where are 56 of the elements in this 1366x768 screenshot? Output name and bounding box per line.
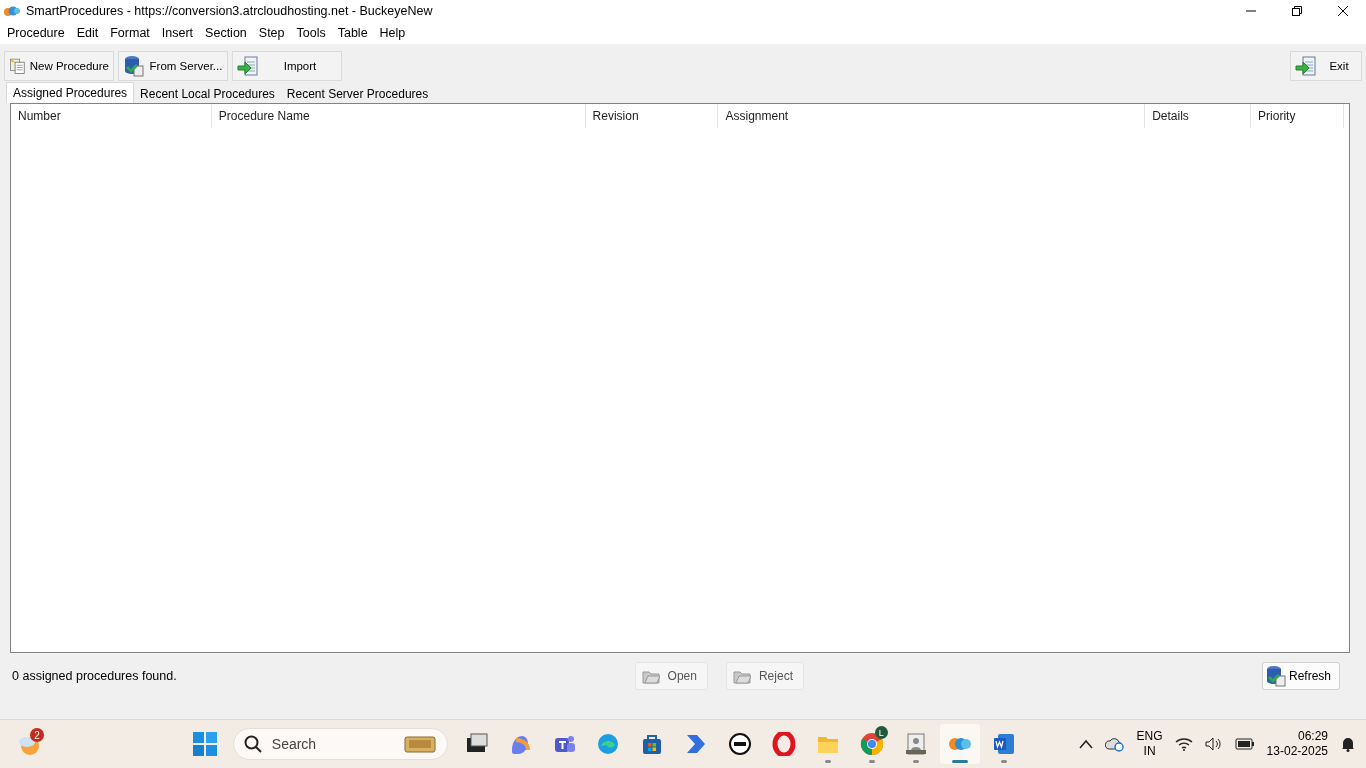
menu-item[interactable]: Format	[105, 26, 155, 40]
tri-color-circle-icon	[859, 732, 884, 756]
taskbar-button[interactable]: L	[851, 724, 892, 764]
wifi-icon[interactable]	[1174, 737, 1193, 751]
import-arrow-icon	[237, 55, 259, 77]
clock[interactable]: 06:29 13-02-2025	[1266, 729, 1328, 759]
ring-logo-icon	[727, 732, 752, 756]
database-icon	[123, 55, 145, 77]
four-squares-icon	[192, 732, 217, 756]
toolbar-button[interactable]: From Server...	[118, 51, 228, 81]
folder-icon	[641, 668, 660, 684]
menu-item[interactable]: Section	[200, 26, 252, 40]
menu-item[interactable]: Table	[332, 26, 373, 40]
chevron-up-icon[interactable]	[1078, 739, 1093, 749]
search-icon	[243, 735, 262, 753]
tab[interactable]: Recent Local Procedures	[134, 84, 281, 103]
column-header[interactable]: Details	[1145, 104, 1252, 128]
language-indicator[interactable]: ENG IN	[1136, 729, 1163, 759]
person-frame-icon	[903, 732, 928, 756]
radio-drawing	[402, 734, 437, 754]
column-header[interactable]: Procedure Name	[211, 104, 586, 128]
close-icon	[1338, 6, 1348, 16]
column-header[interactable]: Priority	[1251, 104, 1344, 128]
app-logo-icon	[4, 5, 20, 17]
tab[interactable]: Assigned Procedures	[6, 82, 135, 103]
menu-item[interactable]: Tools	[291, 26, 331, 40]
menu-item[interactable]: Insert	[156, 26, 199, 40]
notification-badge: 2	[30, 728, 44, 742]
database-icon	[1264, 665, 1287, 687]
bell-icon[interactable]	[1340, 736, 1356, 752]
menu-item[interactable]: Edit	[71, 26, 104, 40]
column-header[interactable]: Assignment	[718, 104, 1146, 128]
column-header[interactable]: Number	[11, 104, 212, 128]
menu-item[interactable]: Help	[374, 26, 411, 40]
tab[interactable]: Recent Server Procedures	[280, 84, 435, 103]
ring-icon	[771, 732, 796, 756]
folder-icon	[732, 668, 751, 684]
column-header[interactable]: Revision	[585, 104, 719, 128]
restore-icon	[1292, 6, 1302, 16]
refresh-button[interactable]: Refresh	[1261, 662, 1340, 690]
window-title: SmartProcedures - https://conversion3.atrcloudhosting.net - BuckeyeNew	[26, 4, 434, 18]
search-field[interactable]: Search	[232, 728, 448, 760]
import-arrow-icon	[1295, 55, 1317, 77]
toolbar-button[interactable]: New Procedure	[4, 51, 114, 81]
status-text: 0 assigned procedures found.	[12, 669, 178, 683]
menu-item[interactable]: Procedure	[2, 26, 70, 40]
weather-widget[interactable]: 2	[10, 724, 50, 764]
battery-icon[interactable]	[1234, 738, 1255, 750]
document-w-icon	[991, 732, 1016, 756]
wave-circle-icon	[595, 732, 620, 756]
cloud-sync-icon[interactable]	[1104, 736, 1125, 752]
speaker-icon[interactable]	[1204, 737, 1223, 751]
toolbar-button[interactable]: Import	[232, 51, 342, 81]
exit-button[interactable]: Exit	[1290, 51, 1362, 81]
menu-item[interactable]: Step	[253, 26, 290, 40]
profile-badge: L	[874, 726, 888, 739]
